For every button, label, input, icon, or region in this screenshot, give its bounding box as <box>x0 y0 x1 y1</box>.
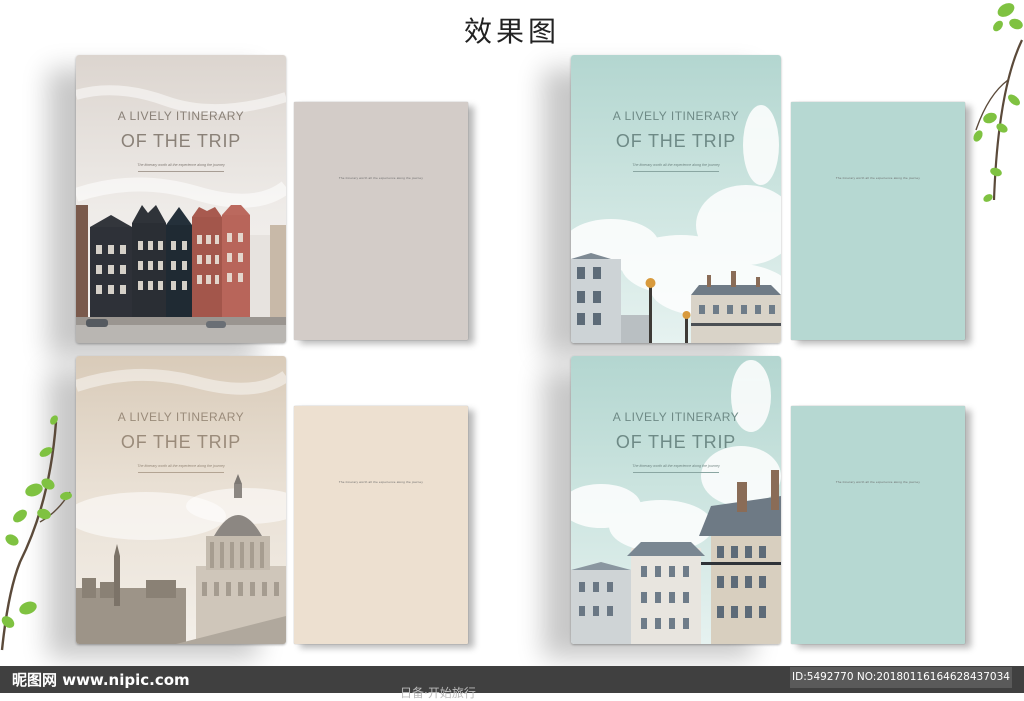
amsterdam-houses-illustration <box>76 85 286 343</box>
cover-divider <box>138 171 224 172</box>
cover-subtitle: A LIVELY ITINERARY <box>612 109 740 123</box>
cover-title: OF THE TRIP <box>615 432 737 452</box>
paris-rooftops-illustration <box>571 105 781 343</box>
book-cover-paris-1: A LIVELY ITINERARY OF THE TRIP The itine… <box>571 55 781 343</box>
book-cover-amsterdam: A LIVELY ITINERARY OF THE TRIP The itine… <box>76 55 286 343</box>
back-cover-text: The itinerary worth all the experience a… <box>835 480 921 484</box>
cover-subtitle: A LIVELY ITINERARY <box>117 109 245 123</box>
book-back-paris-2: The itinerary worth all the experience a… <box>791 406 965 644</box>
cover-tagline: The itinerary worth all the experience a… <box>137 464 225 468</box>
cover-subtitle: A LIVELY ITINERARY <box>117 410 245 424</box>
page-title: 效果图 <box>463 15 560 48</box>
cover-subtitle: A LIVELY ITINERARY <box>612 410 740 424</box>
cover-title: OF THE TRIP <box>120 432 242 452</box>
footer-bar: 昵图网 www.nipic.com 日备·开始旅行 ID:5492770 NO:… <box>0 666 1024 700</box>
watermark-site: 昵图网 www.nipic.com <box>12 671 190 689</box>
paris-street-illustration <box>571 360 781 644</box>
image-id-label: ID:5492770 NO:20180116164628437034 <box>790 667 1012 688</box>
cover-tagline: The itinerary worth all the experience a… <box>632 464 720 468</box>
book-back-paris-1: The itinerary worth all the experience a… <box>791 102 965 340</box>
back-cover-text: The itinerary worth all the experience a… <box>835 176 921 180</box>
cover-tagline: The itinerary worth all the experience a… <box>632 163 720 167</box>
book-back-london: The itinerary worth all the experience a… <box>294 406 468 644</box>
cover-title: OF THE TRIP <box>120 131 242 151</box>
cover-divider <box>633 472 719 473</box>
branch-top-right-decoration <box>973 3 1023 202</box>
cover-tagline: The itinerary worth all the experience a… <box>137 163 225 167</box>
branch-bottom-left-decoration <box>0 415 72 651</box>
london-dome-illustration <box>76 368 286 644</box>
book-back-amsterdam: The itinerary worth all the experience a… <box>294 102 468 340</box>
cover-divider <box>633 171 719 172</box>
book-cover-paris-2: A LIVELY ITINERARY OF THE TRIP The itine… <box>571 356 781 644</box>
cover-title: OF THE TRIP <box>615 131 737 151</box>
cover-divider <box>138 472 224 473</box>
back-cover-text: The itinerary worth all the experience a… <box>338 176 424 180</box>
back-cover-text: The itinerary worth all the experience a… <box>338 480 424 484</box>
book-cover-london: A LIVELY ITINERARY OF THE TRIP The itine… <box>76 356 286 644</box>
